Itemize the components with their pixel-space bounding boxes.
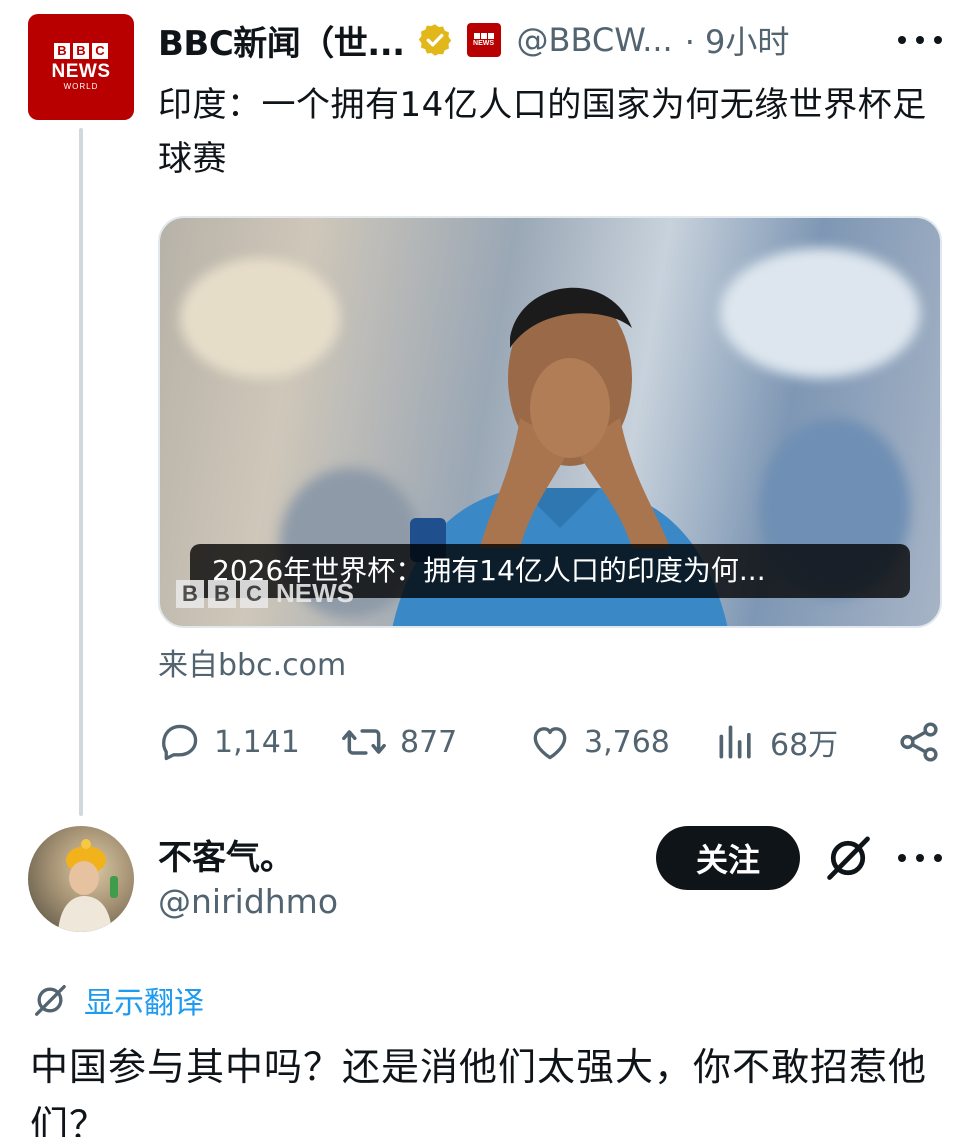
show-translation-link[interactable]: 显示翻译	[30, 978, 204, 1022]
link-source[interactable]: 来自bbc.com	[158, 640, 346, 684]
like-count: 3,768	[584, 724, 670, 760]
watermark-news-text: NEWS	[276, 578, 354, 608]
post-timestamp[interactable]: · 9小时	[685, 17, 790, 63]
bbc-affiliate-news-text: NEWS	[473, 39, 495, 47]
bbc-news-watermark: B B C NEWS	[176, 578, 354, 609]
reply-author-name[interactable]: 不客气。	[158, 830, 294, 879]
reply-text: 中国参与其中吗？还是消他们太强大，你不敢招惹他们？	[30, 1045, 928, 1137]
bbc-logo-letter: B	[73, 42, 89, 59]
author-display-name[interactable]: BBC新闻（世...	[158, 16, 405, 65]
repost-icon	[342, 729, 386, 755]
post-more-options-icon[interactable]	[898, 22, 942, 58]
translate-grok-icon	[35, 985, 66, 1016]
reply-icon	[162, 724, 198, 761]
bbc-logo-blocks: B B C	[54, 42, 108, 59]
bbc-news-avatar[interactable]: B B C NEWS WORLD	[28, 14, 134, 120]
verified-badge-icon[interactable]	[417, 22, 453, 58]
watermark-letter: B	[176, 579, 204, 608]
reply-author-avatar[interactable]	[28, 826, 134, 932]
reply-more-options-icon[interactable]	[898, 840, 942, 876]
follow-button[interactable]: 关注	[656, 826, 800, 890]
bbc-logo-world-text: WORLD	[63, 81, 99, 91]
views-chart-icon	[719, 725, 751, 759]
watermark-letter: B	[208, 579, 236, 608]
bbc-logo-letter: C	[92, 42, 108, 59]
reply-count: 1,141	[214, 724, 300, 760]
show-translation-label: 显示翻译	[84, 986, 204, 1021]
reply-author-handle[interactable]: @niridhmo	[158, 882, 338, 921]
watermark-letter: C	[240, 579, 268, 608]
author-handle[interactable]: @BBCW...	[517, 21, 673, 59]
bbc-logo-letter: B	[54, 42, 70, 59]
repost-count: 877	[400, 724, 458, 760]
views-count: 68万	[770, 728, 839, 763]
thread-connector-line	[79, 128, 83, 816]
child-with-yellow-hat-avatar-image	[58, 839, 118, 932]
grok-icon[interactable]	[822, 832, 874, 884]
share-icon	[900, 722, 938, 762]
post-text: 印度：一个拥有14亿人口的国家为何无缘世界杯足球赛	[158, 85, 927, 179]
heart-icon	[533, 727, 567, 760]
views-button[interactable]: 68万	[714, 716, 838, 768]
bbc-logo-news-text: NEWS	[51, 60, 111, 82]
bbc-affiliate-badge-icon[interactable]: NEWS	[466, 23, 501, 57]
like-button[interactable]: 3,768	[528, 716, 670, 768]
post-action-bar: 1,141 877 3,768 68万	[158, 716, 948, 768]
share-button[interactable]	[896, 716, 954, 768]
reply-button[interactable]: 1,141	[158, 716, 300, 768]
repost-button[interactable]: 877	[340, 716, 457, 768]
post-header: BBC新闻（世... NEWS @BBCW... · 9小时	[158, 14, 789, 66]
